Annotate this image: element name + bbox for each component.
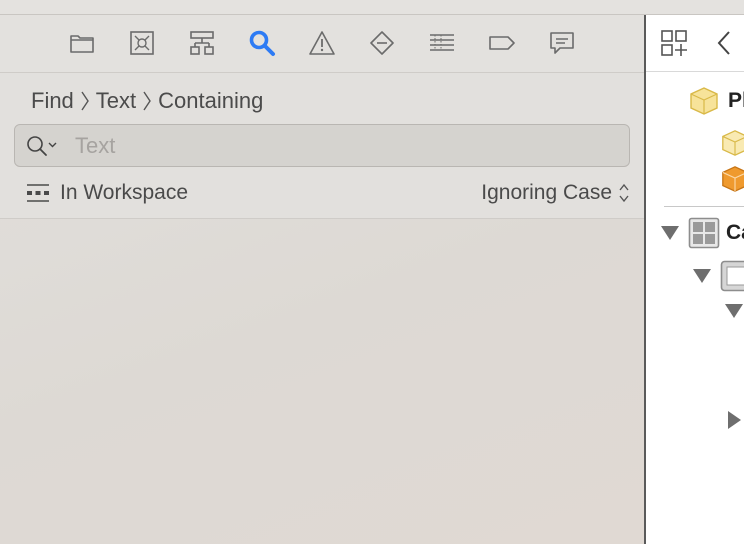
navigator-selector-bar <box>0 15 645 73</box>
breadcrumb-text[interactable]: Text <box>96 88 136 114</box>
warning-icon <box>309 31 335 55</box>
hierarchy-icon <box>190 31 214 55</box>
debug-navigator-button[interactable] <box>426 27 458 59</box>
outline-row-scene[interactable]: Ca <box>660 215 744 251</box>
find-options-bar: Find Text Containing Text In Workspace I… <box>0 73 645 219</box>
find-navigator-button[interactable] <box>246 27 278 59</box>
scope-label: In Workspace <box>60 181 188 204</box>
package-icon <box>722 166 744 192</box>
search-options-icon[interactable] <box>25 131 63 161</box>
up-down-chevron-icon <box>619 183 629 203</box>
comment-icon <box>550 32 574 54</box>
outline-toolbar <box>646 15 744 72</box>
chevron-right-icon <box>143 91 151 111</box>
grid-icon[interactable] <box>660 29 688 57</box>
chevron-right-icon <box>81 91 89 111</box>
find-scope-row: In Workspace Ignoring Case <box>26 177 630 209</box>
list-icon <box>430 34 454 51</box>
search-icon <box>249 30 275 56</box>
breakpoint-navigator-button[interactable] <box>486 27 518 59</box>
disclosure-expanded-icon[interactable] <box>660 224 680 242</box>
find-results-area <box>0 220 645 544</box>
outline-row-label: Pl <box>728 89 744 112</box>
breakpoint-diamond-icon <box>370 31 394 55</box>
find-breadcrumb: Find Text Containing <box>31 87 263 115</box>
outline-row[interactable] <box>720 161 744 197</box>
outline-row[interactable] <box>724 293 744 329</box>
outline-row[interactable] <box>692 258 744 294</box>
project-cube-icon <box>690 87 718 115</box>
disclosure-expanded-icon[interactable] <box>724 302 744 320</box>
disclosure-expanded-icon[interactable] <box>692 267 712 285</box>
view-controller-icon <box>688 217 720 249</box>
breadcrumb-containing[interactable]: Containing <box>158 88 263 114</box>
symbol-navigator-button[interactable] <box>186 27 218 59</box>
outline-separator <box>664 206 744 207</box>
outline-row[interactable] <box>720 125 744 161</box>
view-icon <box>720 260 744 292</box>
xcode-window: Find Text Containing Text In Workspace I… <box>0 0 744 544</box>
scope-icon <box>27 184 49 202</box>
find-search-field[interactable] <box>14 124 630 167</box>
navigator-pane: Find Text Containing Text In Workspace I… <box>0 15 645 544</box>
document-outline-pane: Pl Ca <box>646 15 744 544</box>
breadcrumb-find[interactable]: Find <box>31 88 74 114</box>
test-navigator-button[interactable] <box>366 27 398 59</box>
chevron-left-icon[interactable] <box>716 29 732 57</box>
report-navigator-button[interactable] <box>546 27 578 59</box>
case-sensitivity-popup[interactable]: Ignoring Case <box>481 181 630 205</box>
search-input[interactable] <box>73 130 613 161</box>
cube-outline-icon <box>722 130 744 156</box>
source-control-navigator-button[interactable] <box>126 27 158 59</box>
case-option-label: Ignoring Case <box>481 181 612 204</box>
window-top-strip <box>0 0 744 15</box>
outline-row-label: Ca <box>726 221 744 244</box>
project-navigator-button[interactable] <box>66 27 98 59</box>
outline-row[interactable] <box>726 402 744 438</box>
outline-row-project[interactable]: Pl <box>688 83 744 119</box>
tag-icon <box>489 36 515 50</box>
scope-selector[interactable]: In Workspace <box>26 181 188 205</box>
disclosure-collapsed-icon[interactable] <box>726 410 742 430</box>
source-control-icon <box>130 31 154 55</box>
folder-icon <box>70 35 94 53</box>
issue-navigator-button[interactable] <box>306 27 338 59</box>
